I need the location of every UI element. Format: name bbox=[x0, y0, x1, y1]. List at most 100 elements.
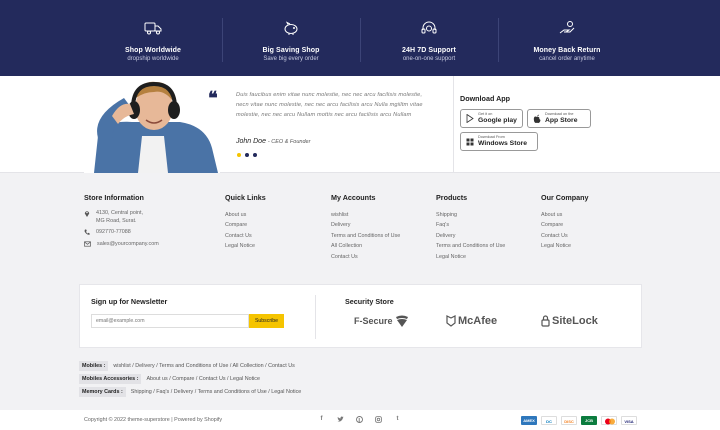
feature-subtitle: cancel order anytime bbox=[539, 56, 595, 62]
footer-link-shipping[interactable]: Shipping bbox=[436, 210, 505, 220]
my-accounts-title: My Accounts bbox=[331, 193, 376, 202]
footer-link-about[interactable]: About us bbox=[225, 210, 266, 220]
piggy-bank-icon bbox=[284, 21, 298, 35]
footer-link-legal[interactable]: Legal Notice bbox=[541, 241, 589, 251]
features-bar: Shop Worldwide dropship worldwide Big Sa… bbox=[0, 0, 720, 76]
divider bbox=[453, 76, 454, 173]
footer-link-contact[interactable]: Contact Us bbox=[331, 252, 400, 262]
footer-link-wishlist[interactable]: wishlist bbox=[331, 210, 400, 220]
copyright-text: Copyright © 2022 theme-superstore | Powe… bbox=[84, 417, 223, 423]
jcb-card-icon: JCB bbox=[581, 416, 597, 425]
store-information: Store Information 4130, Central point, MG… bbox=[84, 193, 159, 252]
bottom-bar: Copyright © 2022 theme-superstore | Powe… bbox=[0, 410, 720, 430]
quote-mark: ❝ bbox=[208, 88, 218, 109]
f-secure-logo: F-Secure bbox=[354, 315, 409, 327]
mcafee-shield-icon bbox=[446, 315, 456, 327]
carousel-dot[interactable] bbox=[237, 153, 241, 157]
feature-subtitle: one-on-one support bbox=[402, 56, 456, 62]
testimonial-photo bbox=[84, 76, 220, 173]
divider bbox=[315, 295, 316, 339]
location-icon bbox=[84, 211, 90, 217]
carousel-dot[interactable] bbox=[253, 153, 257, 157]
sitelock-lock-icon bbox=[541, 315, 550, 327]
footer-link-delivery[interactable]: Delivery bbox=[331, 220, 400, 230]
truck-icon bbox=[144, 22, 162, 35]
twitter-icon[interactable] bbox=[337, 416, 344, 423]
footer-link-terms[interactable]: Terms and Conditions of Use bbox=[331, 231, 400, 241]
feature-big-saving: Big Saving Shop Save big every order bbox=[222, 0, 360, 76]
newsletter-email-input[interactable] bbox=[91, 314, 249, 328]
apple-icon bbox=[533, 114, 541, 123]
footer-link-about[interactable]: About us bbox=[541, 210, 589, 220]
google-play-icon bbox=[466, 114, 474, 123]
store-email[interactable]: sales@yourcompany.com bbox=[84, 241, 159, 249]
facebook-icon[interactable]: f bbox=[318, 416, 325, 423]
app-store-button[interactable]: Download on the App Store bbox=[527, 109, 591, 128]
windows-icon bbox=[466, 138, 474, 145]
feature-subtitle: Save big every order bbox=[263, 56, 319, 62]
tag-links[interactable]: Shipping / Faq's / Delivery / Terms and … bbox=[131, 389, 302, 395]
footer-link-all-collection[interactable]: All Collection bbox=[331, 241, 400, 251]
author-role: - CEO & Founder bbox=[267, 139, 311, 145]
app-store-label: App Store bbox=[545, 117, 578, 124]
feature-title: Money Back Return bbox=[533, 47, 601, 54]
visa-card-icon: VISA bbox=[621, 416, 637, 425]
mastercard-circles-icon bbox=[605, 418, 615, 425]
footer-link-legal[interactable]: Legal Notice bbox=[436, 252, 505, 262]
tag-label: Mobiles : bbox=[79, 361, 109, 371]
brand-name: SiteLock bbox=[552, 315, 598, 327]
footer-link-terms[interactable]: Terms and Conditions of Use bbox=[436, 241, 505, 251]
quick-links-title: Quick Links bbox=[225, 193, 266, 202]
footer-link-compare[interactable]: Compare bbox=[225, 220, 266, 230]
tagline-mobile-accessories: Mobiles Accessories : About us / Compare… bbox=[79, 374, 260, 384]
windows-store-button[interactable]: Download From Windows Store bbox=[460, 132, 538, 151]
headset-icon bbox=[421, 21, 437, 34]
footer-link-contact[interactable]: Contact Us bbox=[225, 231, 266, 241]
mcafee-logo: McAfee bbox=[446, 315, 497, 327]
carousel-dot[interactable] bbox=[245, 153, 249, 157]
footer-link-compare[interactable]: Compare bbox=[541, 220, 589, 230]
carousel-dots bbox=[237, 153, 257, 157]
brand-name: F-Secure bbox=[354, 316, 393, 326]
email-icon bbox=[84, 240, 91, 247]
store-phone: 092770-77088 bbox=[84, 229, 159, 237]
tag-links[interactable]: About us / Compare / Contact Us / Legal … bbox=[146, 376, 260, 382]
footer-link-contact[interactable]: Contact Us bbox=[541, 231, 589, 241]
download-app-title: Download App bbox=[460, 94, 511, 103]
instagram-icon[interactable] bbox=[375, 416, 382, 423]
footer-link-faqs[interactable]: Faq's bbox=[436, 220, 505, 230]
tumblr-icon[interactable]: t bbox=[394, 416, 401, 423]
windows-store-label: Windows Store bbox=[478, 140, 528, 147]
pinterest-icon[interactable] bbox=[356, 416, 363, 423]
footer-link-delivery[interactable]: Delivery bbox=[436, 231, 505, 241]
social-links: f t bbox=[318, 416, 401, 423]
products: Products Shipping Faq's Delivery Terms a… bbox=[436, 193, 505, 262]
phone-icon bbox=[84, 229, 90, 235]
testimonial-band: ❝ Duis faucibus enim vitae nunc molestie… bbox=[0, 76, 720, 173]
phone-number: 092770-77088 bbox=[96, 229, 131, 235]
google-play-label: Google play bbox=[478, 117, 517, 124]
brand-name: McAfee bbox=[458, 315, 498, 327]
tag-label: Mobiles Accessories : bbox=[79, 374, 142, 384]
money-hand-icon bbox=[559, 21, 575, 34]
products-title: Products bbox=[436, 193, 468, 202]
feature-support: 24H 7D Support one-on-one support bbox=[360, 0, 498, 76]
feature-money-back: Money Back Return cancel order anytime bbox=[498, 0, 636, 76]
address-line-1: 4130, Central point, bbox=[96, 210, 144, 216]
f-secure-mark-icon bbox=[395, 315, 408, 327]
tag-links[interactable]: wishlist / Delivery / Terms and Conditio… bbox=[113, 363, 294, 369]
subscribe-button[interactable]: Subscribe bbox=[249, 314, 284, 328]
testimonial-author: John Doe - CEO & Founder bbox=[236, 138, 310, 145]
author-name: John Doe bbox=[236, 138, 266, 145]
payment-methods: AMEX DC DISC JCB VISA bbox=[521, 416, 637, 425]
store-address: 4130, Central point, MG Road, Surat. bbox=[84, 210, 159, 225]
amex-card-icon: AMEX bbox=[521, 416, 537, 425]
quick-links: Quick Links About us Compare Contact Us … bbox=[225, 193, 266, 252]
feature-shop-worldwide: Shop Worldwide dropship worldwide bbox=[84, 0, 222, 76]
discover-card-icon: DISC bbox=[561, 416, 577, 425]
store-info-title: Store Information bbox=[84, 193, 144, 202]
our-company-title: Our Company bbox=[541, 193, 589, 202]
tagline-mobiles: Mobiles : wishlist / Delivery / Terms an… bbox=[79, 361, 295, 371]
footer-link-legal[interactable]: Legal Notice bbox=[225, 241, 266, 251]
google-play-button[interactable]: Get it on Google play bbox=[460, 109, 523, 128]
